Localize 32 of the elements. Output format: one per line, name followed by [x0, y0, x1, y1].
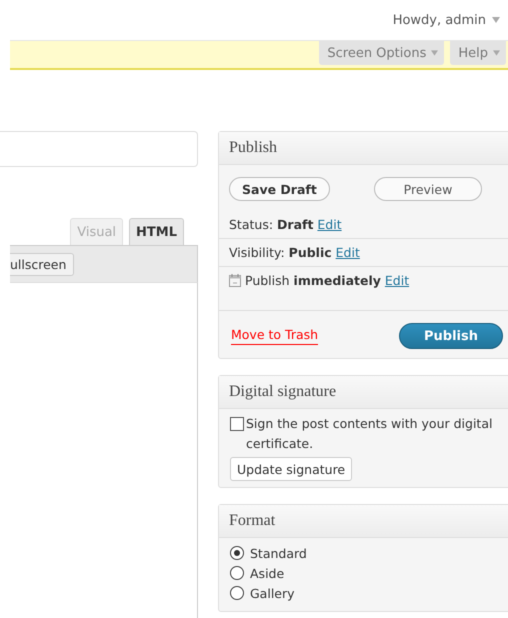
- panel-title: Format: [219, 505, 508, 538]
- caret-icon: [493, 50, 500, 56]
- radio-button[interactable]: [230, 566, 244, 580]
- signature-label: Sign the post contents with your digital certificate.: [246, 415, 494, 453]
- title-field[interactable]: [0, 131, 198, 167]
- update-signature-button[interactable]: Update signature: [230, 457, 352, 481]
- caret-icon: [431, 50, 438, 56]
- calendar-icon: [229, 274, 241, 287]
- move-to-trash-link[interactable]: Move to Trash: [231, 327, 318, 345]
- save-draft-button[interactable]: Save Draft: [229, 177, 330, 201]
- edit-link[interactable]: Edit: [317, 217, 342, 232]
- format-option-label: Gallery: [250, 586, 295, 600]
- edit-link[interactable]: Edit: [336, 245, 360, 260]
- schedule-text: Publish immediately Edit: [245, 273, 410, 288]
- panel-title: Digital signature: [219, 376, 508, 409]
- fullscreen-button[interactable]: ullscreen: [10, 252, 74, 276]
- checkbox[interactable]: [230, 417, 244, 431]
- format-option-label: Aside: [250, 566, 284, 580]
- user-greeting[interactable]: Howdy, admin: [392, 12, 486, 28]
- radio-button[interactable]: [230, 546, 244, 560]
- publish-button[interactable]: Publish: [399, 323, 503, 349]
- caret-icon: [492, 17, 500, 23]
- editor-tab[interactable]: HTML: [129, 218, 184, 245]
- edit-link[interactable]: Edit: [384, 273, 410, 288]
- visibility-text: Visibility: Public Edit: [229, 245, 360, 260]
- status-text: Status: Draft Edit: [229, 217, 342, 232]
- radio-button[interactable]: [230, 586, 244, 600]
- panel-title: Publish: [219, 132, 508, 165]
- help-tab[interactable]: Help: [450, 41, 506, 65]
- preview-button[interactable]: Preview: [374, 177, 482, 201]
- format-option-label: Standard: [250, 546, 307, 560]
- screen-options-tab[interactable]: Screen Options: [319, 41, 444, 65]
